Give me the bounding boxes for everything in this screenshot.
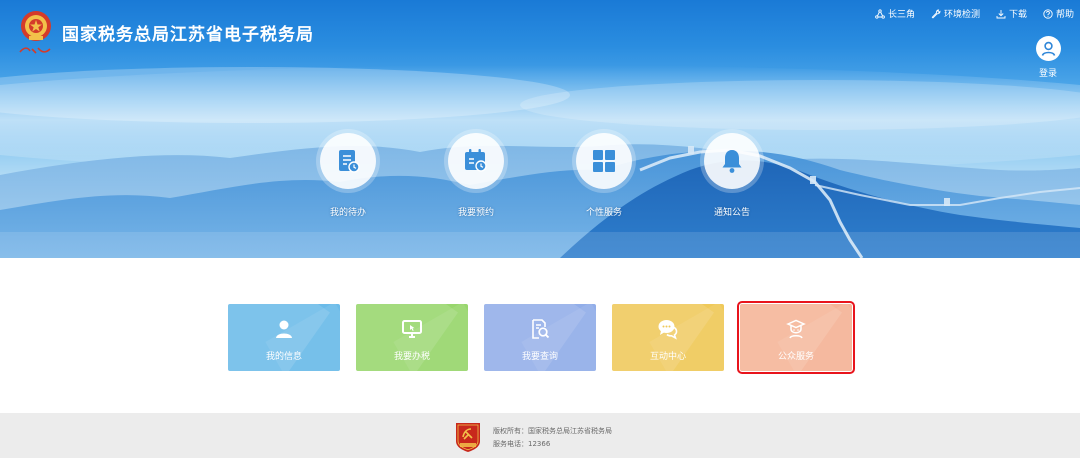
- nav-label: 下载: [1008, 10, 1027, 20]
- calendar-clock-icon: [465, 149, 487, 172]
- quick-link-label: 个性服务: [585, 208, 622, 218]
- chat-bubbles-icon: [658, 320, 678, 340]
- quick-link-notice[interactable]: 通知公告: [692, 133, 772, 218]
- footer-info: 版权所有：国家税务总局江苏省税务局 服务电话：12366: [493, 425, 612, 451]
- quick-link-appointment[interactable]: 我要预约: [436, 133, 516, 218]
- nav-help[interactable]: 帮助: [1043, 7, 1074, 20]
- footer: 版权所有：国家税务总局江苏省税务局 服务电话：12366: [0, 413, 1080, 458]
- footer-phone: 服务电话：12366: [493, 440, 551, 448]
- nav-label: 帮助: [1055, 10, 1074, 20]
- grid-icon: [593, 150, 615, 172]
- triangle-nodes-icon: [875, 8, 885, 19]
- quick-link-label: 通知公告: [713, 208, 750, 218]
- card-label: 互动中心: [649, 352, 686, 362]
- card-query[interactable]: 我要查询: [484, 304, 596, 371]
- tax-emblem-icon: [21, 11, 51, 41]
- card-label: 我要查询: [521, 352, 558, 362]
- quick-link-label: 我要预约: [457, 208, 494, 218]
- user-icon: [276, 320, 292, 338]
- bell-icon: [722, 150, 742, 173]
- card-label: 我的信息: [265, 352, 302, 362]
- header-banner: 国家税务总局江苏省电子税务局 长三角 环境检测 下载 帮助 登录 我的待办 我要…: [0, 0, 1080, 258]
- function-cards: 我的信息 我要办税 我要查询 互动中心 公众服务: [228, 301, 855, 374]
- quick-link-personal-service[interactable]: 个性服务: [564, 133, 644, 218]
- document-search-icon: [532, 319, 550, 339]
- login-button[interactable]: 登录: [1034, 36, 1062, 79]
- footer-copyright: 版权所有：国家税务总局江苏省税务局: [493, 427, 612, 435]
- nav-download[interactable]: 下载: [996, 7, 1027, 20]
- quick-link-circle: [448, 133, 504, 189]
- card-label: 公众服务: [777, 352, 814, 362]
- todo-document-icon: [339, 150, 360, 173]
- quick-link-my-todo[interactable]: 我的待办: [308, 133, 388, 218]
- login-label: 登录: [1038, 69, 1057, 79]
- help-circle-icon: [1043, 8, 1053, 19]
- nav-env-check[interactable]: 环境检测: [931, 7, 980, 20]
- nav-label: 环境检测: [943, 10, 980, 20]
- monitor-icon: [402, 320, 422, 338]
- card-label: 我要办税: [393, 352, 430, 362]
- top-nav: 长三角 环境检测 下载 帮助: [875, 7, 1074, 20]
- quick-link-circle: [576, 133, 632, 189]
- party-badge-icon: [456, 423, 480, 452]
- card-my-info[interactable]: 我的信息: [228, 304, 340, 371]
- avatar: [1035, 36, 1061, 61]
- card-tax-filing[interactable]: 我要办税: [356, 304, 468, 371]
- card-public-service[interactable]: 公众服务: [737, 301, 855, 374]
- quick-link-circle: [320, 133, 376, 189]
- quick-link-circle: [704, 133, 760, 189]
- wrench-icon: [931, 9, 941, 19]
- site-title: 国家税务总局江苏省电子税务局: [62, 25, 314, 45]
- download-icon: [996, 9, 1006, 18]
- logo-calligraphy-icon: [19, 47, 51, 54]
- user-avatar-icon: [1041, 41, 1055, 56]
- scholar-icon: [786, 319, 806, 339]
- nav-label: 长三角: [887, 10, 915, 20]
- quick-link-label: 我的待办: [329, 208, 366, 218]
- nav-yangtze-delta[interactable]: 长三角: [875, 7, 915, 20]
- card-interaction-center[interactable]: 互动中心: [612, 304, 724, 371]
